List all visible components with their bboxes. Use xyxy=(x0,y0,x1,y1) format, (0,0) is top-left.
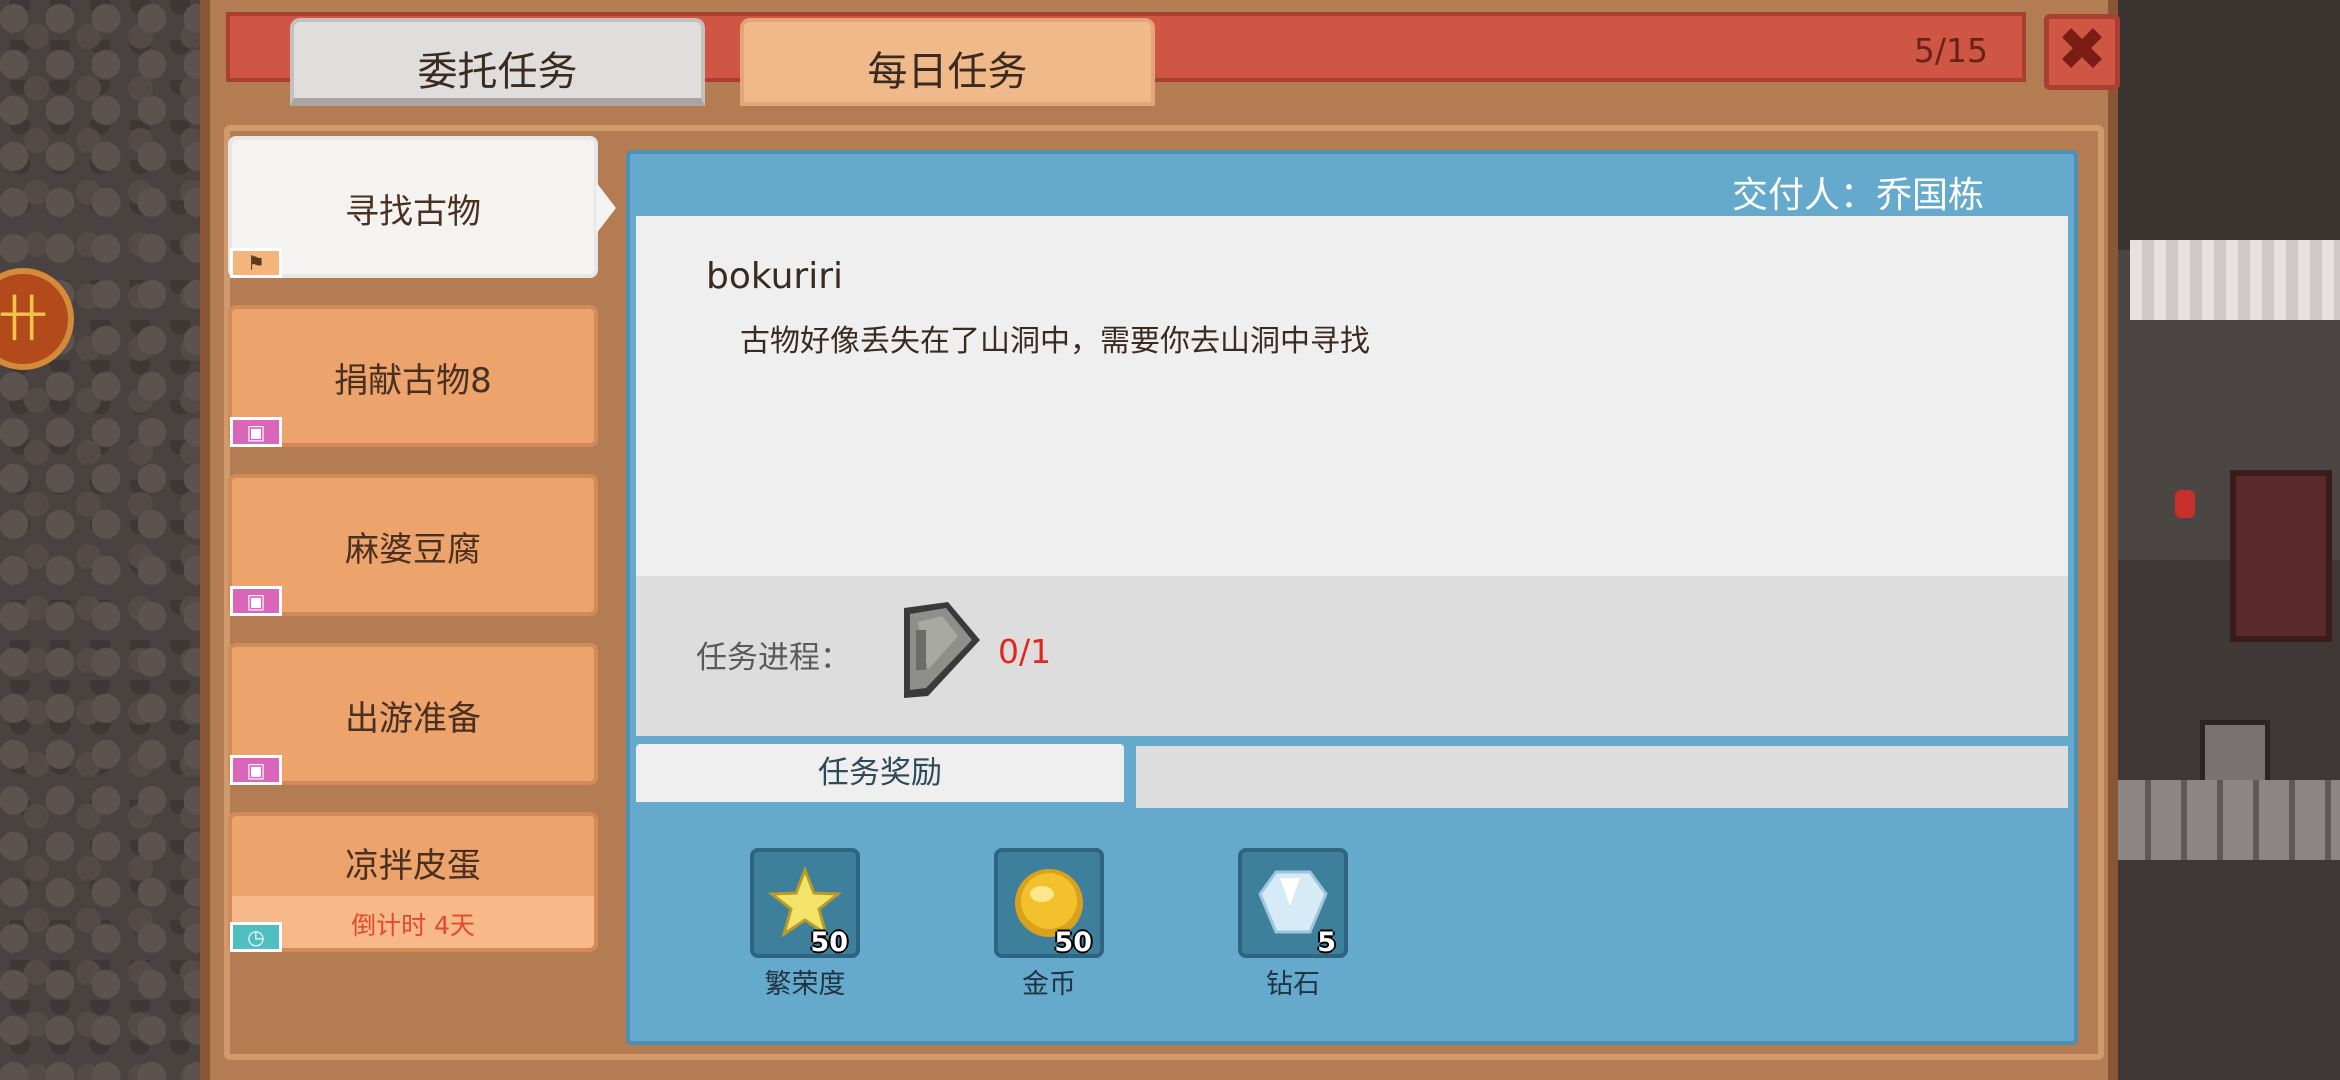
reward-name: 钻石 xyxy=(1266,969,1320,1000)
progress-label: 任务进程： xyxy=(696,640,851,676)
background-lantern-red xyxy=(2175,490,2195,518)
reward-count: 50 xyxy=(810,927,848,958)
quest-detail: 交付人：乔国栋 bokuriri 古物好像丢失在了山洞中，需要你去山洞中寻找 任… xyxy=(626,150,2078,1045)
quest-giver: 交付人：乔国栋 xyxy=(1731,175,1984,216)
reward-slot: 5 xyxy=(1238,848,1348,958)
quest-item-mapo-tofu[interactable]: 麻婆豆腐 ▣ xyxy=(228,474,598,616)
quest-item-label: 寻找古物 xyxy=(345,192,481,232)
reward-count: 5 xyxy=(1317,927,1336,958)
reward-name: 繁荣度 xyxy=(764,969,846,1000)
reward-item-gold[interactable]: 50 金币 xyxy=(984,848,1114,1001)
quest-counter: 5/15 xyxy=(1913,31,1988,70)
clock-icon: ◷ xyxy=(230,922,282,952)
quest-item-find-relic[interactable]: 寻找古物 ⚑ xyxy=(228,136,616,278)
quest-item-donate-relic[interactable]: 捐献古物8 ▣ xyxy=(228,305,598,447)
reward-slot: 50 xyxy=(750,848,860,958)
reward-item-prosperity[interactable]: 50 繁荣度 xyxy=(740,848,870,1001)
background-fence xyxy=(2115,780,2340,860)
quest-item-trip-prep[interactable]: 出游准备 ▣ xyxy=(228,643,598,785)
quest-title: bokuriri xyxy=(706,256,844,297)
tab-daily-quests[interactable]: 每日任务 xyxy=(740,18,1155,106)
reward-name: 金币 xyxy=(1022,969,1076,1000)
quest-item-label: 凉拌皮蛋 xyxy=(345,846,481,886)
gift-icon: ▣ xyxy=(230,755,282,785)
quest-description: 古物好像丢失在了山洞中，需要你去山洞中寻找 xyxy=(740,324,1370,359)
close-button[interactable]: ✖ xyxy=(2044,14,2120,90)
gift-icon: ▣ xyxy=(230,417,282,447)
close-icon: ✖ xyxy=(2056,15,2108,85)
quest-item-century-egg[interactable]: 凉拌皮蛋 倒计时 4天 ◷ xyxy=(228,812,598,952)
quest-progress: 任务进程： 0/1 xyxy=(636,576,2068,736)
quest-item-label: 捐献古物8 xyxy=(334,361,492,401)
reward-item-diamond[interactable]: 5 钻石 xyxy=(1228,848,1358,1001)
countdown-strip: 倒计时 4天 xyxy=(232,896,594,948)
quest-item-label: 出游准备 xyxy=(345,699,481,739)
background-roof xyxy=(2130,240,2340,320)
flag-icon: ⚑ xyxy=(230,248,282,278)
tab-delegate-quests[interactable]: 委托任务 xyxy=(290,18,705,106)
background-door xyxy=(2230,470,2332,642)
quest-item-label: 麻婆豆腐 xyxy=(345,530,481,570)
relic-fragment-icon xyxy=(904,602,980,698)
background-cobblestone-left xyxy=(0,0,215,1080)
quest-description-box: bokuriri 古物好像丢失在了山洞中，需要你去山洞中寻找 xyxy=(636,216,2068,576)
reward-count: 50 xyxy=(1054,927,1092,958)
reward-slot: 50 xyxy=(994,848,1104,958)
progress-value: 0/1 xyxy=(998,632,1052,671)
reward-tab-strip xyxy=(1136,746,2068,808)
gift-icon: ▣ xyxy=(230,586,282,616)
tab-rewards[interactable]: 任务奖励 xyxy=(630,738,1130,808)
countdown-text: 倒计时 4天 xyxy=(351,911,475,940)
